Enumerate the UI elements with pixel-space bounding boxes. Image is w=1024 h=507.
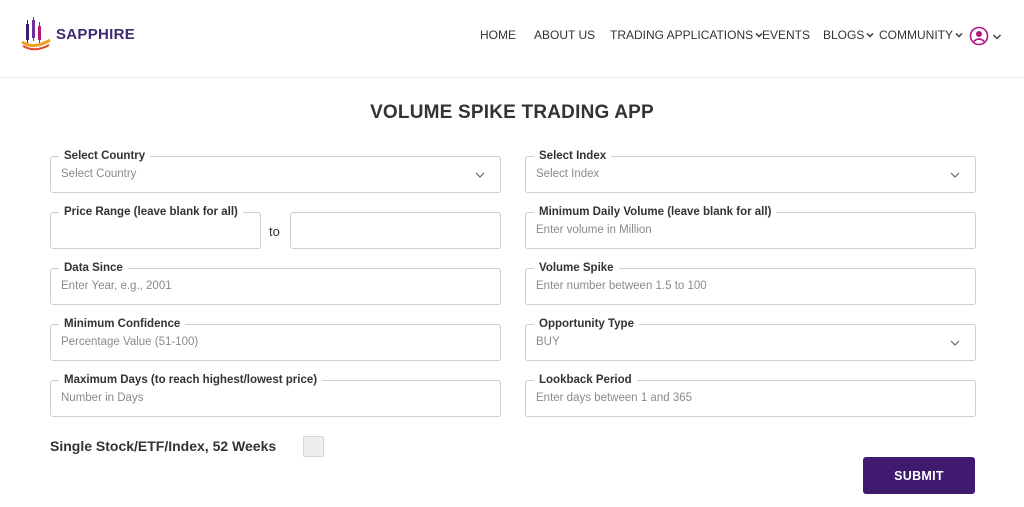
- nav-blogs-label: BLOGS: [823, 28, 865, 42]
- chevron-down-icon: [950, 172, 960, 178]
- country-select[interactable]: Select Country Select Country: [50, 149, 501, 193]
- price-from-input[interactable]: Price Range (leave blank for all): [50, 205, 261, 249]
- opportunity-type-select[interactable]: Opportunity Type BUY: [525, 317, 976, 361]
- nav-trading-applications[interactable]: TRADING APPLICATIONS: [610, 28, 764, 42]
- min-confidence-placeholder: Percentage Value (51-100): [61, 336, 199, 348]
- lookback-period-placeholder: Enter days between 1 and 365: [536, 392, 693, 404]
- chevron-down-icon: [950, 340, 960, 346]
- max-days-input[interactable]: Maximum Days (to reach highest/lowest pr…: [50, 373, 501, 417]
- data-since-placeholder: Enter Year, e.g., 2001: [61, 280, 172, 292]
- data-since-input[interactable]: Data Since Enter Year, e.g., 2001: [50, 261, 501, 305]
- single-stock-label: Single Stock/ETF/Index, 52 Weeks: [50, 438, 277, 454]
- min-confidence-input[interactable]: Minimum Confidence Percentage Value (51-…: [50, 317, 501, 361]
- nav-community-label: COMMUNITY: [879, 28, 953, 42]
- nav-home[interactable]: HOME: [480, 28, 516, 42]
- chevron-down-icon[interactable]: [992, 32, 1002, 42]
- main-nav: HOME ABOUT US TRADING APPLICATIONS EVENT…: [0, 28, 1024, 48]
- min-volume-input[interactable]: Minimum Daily Volume (leave blank for al…: [525, 205, 976, 249]
- min-volume-label: Minimum Daily Volume (leave blank for al…: [534, 205, 777, 219]
- country-label: Select Country: [59, 149, 151, 163]
- submit-button[interactable]: SUBMIT: [863, 457, 975, 494]
- nav-about-us[interactable]: ABOUT US: [534, 28, 595, 42]
- opportunity-type-value: BUY: [536, 336, 560, 348]
- lookback-period-input[interactable]: Lookback Period Enter days between 1 and…: [525, 373, 976, 417]
- nav-blogs[interactable]: BLOGS: [823, 28, 875, 42]
- max-days-placeholder: Number in Days: [61, 392, 144, 404]
- data-since-label: Data Since: [59, 261, 128, 275]
- nav-events[interactable]: EVENTS: [762, 28, 810, 42]
- opportunity-type-label: Opportunity Type: [534, 317, 639, 331]
- volume-spike-label: Volume Spike: [534, 261, 619, 275]
- index-select[interactable]: Select Index Select Index: [525, 149, 976, 193]
- page-title: VOLUME SPIKE TRADING APP: [370, 102, 654, 123]
- nav-trading-applications-label: TRADING APPLICATIONS: [610, 28, 754, 42]
- index-label: Select Index: [534, 149, 612, 163]
- min-volume-placeholder: Enter volume in Million: [536, 224, 652, 236]
- chevron-down-icon: [475, 172, 485, 178]
- site-header: SAPPHIRE HOME ABOUT US TRADING APPLICATI…: [0, 0, 1024, 78]
- user-avatar-icon[interactable]: [969, 26, 989, 46]
- single-stock-checkbox[interactable]: [303, 436, 324, 457]
- price-to-input[interactable]: [290, 212, 501, 249]
- price-range-to-label: to: [269, 224, 280, 239]
- volume-spike-input[interactable]: Volume Spike Enter number between 1.5 to…: [525, 261, 976, 305]
- volume-spike-placeholder: Enter number between 1.5 to 100: [536, 280, 707, 292]
- country-value: Select Country: [61, 168, 137, 180]
- chevron-down-icon: [866, 33, 874, 38]
- max-days-label: Maximum Days (to reach highest/lowest pr…: [59, 373, 323, 387]
- chevron-down-icon: [955, 33, 963, 38]
- lookback-period-label: Lookback Period: [534, 373, 637, 387]
- index-value: Select Index: [536, 168, 600, 180]
- price-range-label: Price Range (leave blank for all): [59, 205, 243, 219]
- nav-community[interactable]: COMMUNITY: [879, 28, 964, 42]
- min-confidence-label: Minimum Confidence: [59, 317, 186, 331]
